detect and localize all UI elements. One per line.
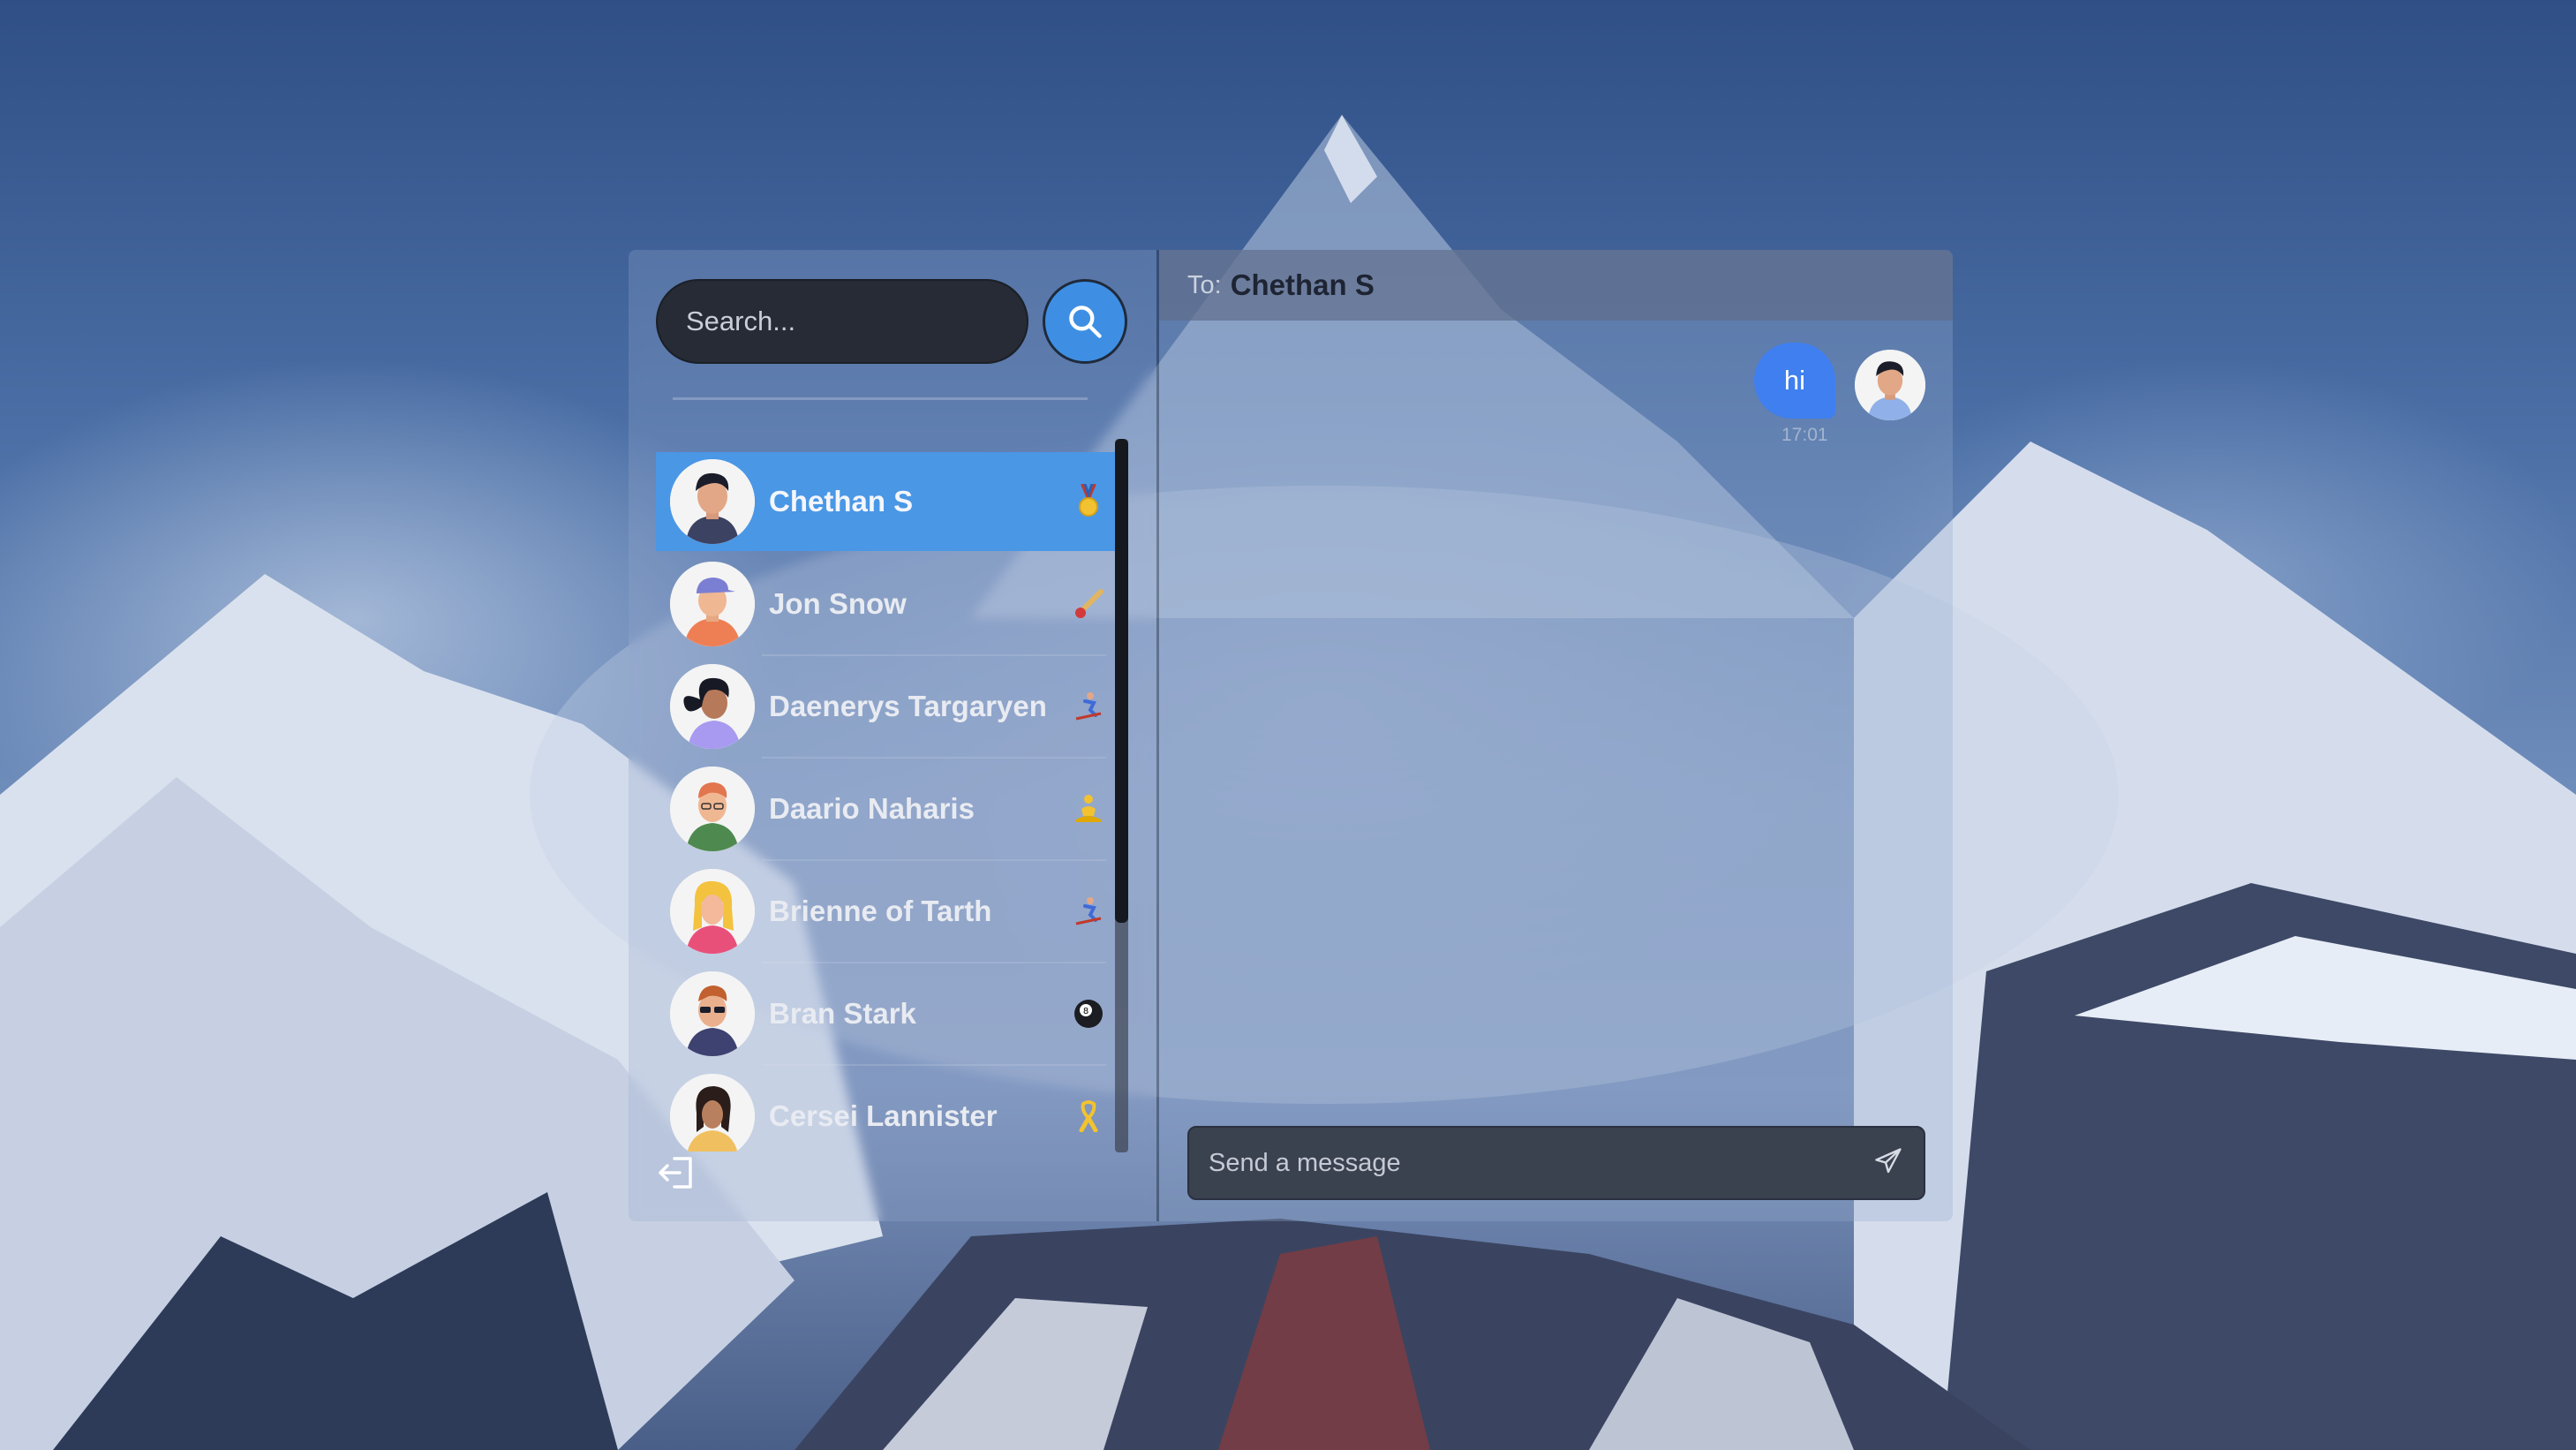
message-input[interactable]: Send a message: [1209, 1128, 1401, 1198]
message-bubble: hi: [1754, 343, 1835, 419]
contact-item-daario-naharis[interactable]: Daario Naharis: [656, 759, 1115, 861]
contact-name: Chethan S: [769, 485, 914, 517]
contact-item-daenerys-targaryen[interactable]: Daenerys Targaryen: [656, 657, 1115, 759]
avatar: [670, 664, 755, 749]
8-ball-icon: 8: [1073, 998, 1104, 1030]
skier-icon: [1073, 691, 1104, 722]
message-text: hi: [1783, 365, 1806, 396]
avatar: [670, 562, 755, 646]
chat-header: To: Chethan S: [1159, 250, 1953, 321]
send-icon: [1875, 1148, 1902, 1174]
avatar: [670, 1074, 755, 1152]
contact-name: Jon Snow: [769, 587, 907, 620]
logout-icon: [659, 1157, 692, 1189]
contact-list-scrollbar[interactable]: [1115, 439, 1128, 1152]
avatar: [670, 971, 755, 1056]
contact-name: Bran Stark: [769, 997, 916, 1030]
contact-item-brienne-of-tarth[interactable]: Brienne of Tarth: [656, 862, 1115, 963]
contact-name: Daenerys Targaryen: [769, 690, 1047, 722]
contact-item-chethan-s[interactable]: Chethan S: [656, 452, 1115, 551]
cricket-icon: [1073, 588, 1104, 620]
meditation-icon: [1073, 793, 1104, 825]
contact-item-bran-stark[interactable]: Bran Stark 8: [656, 964, 1115, 1066]
logout-button[interactable]: [657, 1153, 699, 1192]
skier-icon: [1073, 895, 1104, 927]
contact-item-jon-snow[interactable]: Jon Snow: [656, 555, 1115, 656]
contact-list: Chethan S Jon Snow Daenerys Targaryen Da…: [656, 452, 1115, 1152]
sender-avatar: [1855, 350, 1925, 420]
svg-text:8: 8: [1083, 1007, 1088, 1016]
message-timestamp: 17:01: [1781, 425, 1828, 445]
recipient-name: Chethan S: [1230, 268, 1375, 301]
contact-name: Cersei Lannister: [769, 1099, 998, 1132]
avatar: [670, 459, 755, 544]
search-button[interactable]: [1043, 279, 1127, 364]
scrollbar-thumb[interactable]: [1115, 439, 1128, 923]
to-label: To:: [1187, 270, 1222, 299]
contact-item-cersei-lannister[interactable]: Cersei Lannister: [656, 1067, 1115, 1152]
send-button[interactable]: [1872, 1145, 1908, 1181]
contact-name: Brienne of Tarth: [769, 895, 992, 927]
message-composer[interactable]: Send a message: [1187, 1126, 1925, 1200]
ribbon-icon: [1073, 1100, 1104, 1132]
avatar: [670, 869, 755, 954]
search-separator: [673, 397, 1088, 400]
medal-icon: [1073, 484, 1104, 517]
search-input[interactable]: Search...: [656, 279, 1028, 364]
contact-name: Daario Naharis: [769, 792, 975, 825]
avatar: [670, 767, 755, 851]
search-icon: [1069, 306, 1102, 338]
